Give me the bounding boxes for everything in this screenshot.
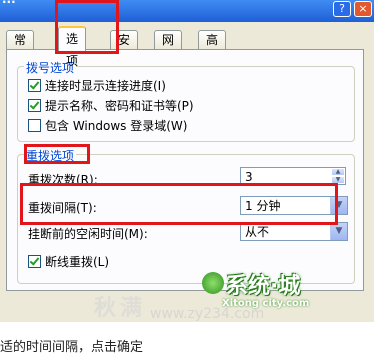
idle-hangup-value: 从不 bbox=[245, 225, 270, 239]
watermark-brand: 系统·城 bbox=[226, 274, 301, 299]
redial-count-label: 重拨次数(R): bbox=[28, 173, 98, 187]
redial-count-value: 3 bbox=[245, 170, 253, 184]
redial-options-title: 重拨选项 bbox=[24, 147, 77, 164]
redial-interval-select[interactable]: 1 分钟 ▼ bbox=[240, 196, 348, 215]
redial-on-drop-option[interactable]: 断线重拨(L) bbox=[28, 253, 109, 269]
tab-advanced[interactable]: 高级 bbox=[198, 30, 227, 65]
prompt-credentials-checkbox[interactable] bbox=[28, 98, 41, 112]
redial-interval-label: 重拨间隔(T): bbox=[28, 201, 97, 215]
window-title: ... bbox=[2, 0, 16, 6]
help-button[interactable]: ? bbox=[333, 1, 351, 17]
show-progress-label: 连接时显示连接进度(I) bbox=[45, 78, 166, 93]
tab-general[interactable]: 常规 bbox=[6, 30, 35, 65]
redial-on-drop-label: 断线重拨(L) bbox=[45, 254, 110, 269]
faint-watermark-text: 秋满 bbox=[94, 296, 147, 321]
windows-domain-option[interactable]: 包含 Windows 登录域(W) bbox=[28, 117, 187, 133]
redial-interval-value: 1 分钟 bbox=[245, 199, 281, 213]
show-progress-checkbox[interactable] bbox=[28, 78, 41, 92]
close-button[interactable]: × bbox=[354, 1, 372, 17]
tab-options[interactable]: 选项 bbox=[58, 26, 87, 68]
title-bar: ... ? × bbox=[0, 0, 374, 22]
windows-domain-label: 包含 Windows 登录域(W) bbox=[45, 118, 188, 133]
chevron-down-icon[interactable]: ▼ bbox=[330, 223, 347, 240]
idle-hangup-select[interactable]: 从不 ▼ bbox=[240, 222, 348, 241]
prompt-credentials-label: 提示名称、密码和证书等(P) bbox=[45, 98, 194, 113]
chevron-down-icon[interactable]: ▼ bbox=[330, 197, 347, 214]
show-progress-option[interactable]: 连接时显示连接进度(I) bbox=[28, 77, 166, 93]
prompt-credentials-option[interactable]: 提示名称、密码和证书等(P) bbox=[28, 97, 194, 113]
options-panel: 拨号选项 连接时显示连接进度(I) 提示名称、密码和证书等(P) 包含 Wind… bbox=[6, 49, 364, 291]
spin-up-icon[interactable]: ▲ bbox=[331, 168, 345, 176]
faint-watermark-url: www.zy234.com bbox=[150, 306, 265, 322]
tab-network[interactable]: 网络 bbox=[154, 30, 183, 65]
idle-hangup-label: 挂断前的空闲时间(M): bbox=[28, 227, 148, 241]
redial-count-spinner[interactable]: ▲ ▼ bbox=[331, 168, 345, 184]
redial-options-group: 重拨选项 重拨次数(R): 3 ▲ ▼ 重拨间隔(T): 1 分钟 ▼ 挂断前的… bbox=[17, 147, 355, 284]
redial-on-drop-checkbox[interactable] bbox=[28, 254, 41, 268]
dial-options-group: 拨号选项 连接时显示连接进度(I) 提示名称、密码和证书等(P) 包含 Wind… bbox=[17, 59, 355, 142]
globe-icon bbox=[202, 272, 224, 294]
windows-domain-checkbox[interactable] bbox=[28, 118, 41, 132]
spin-down-icon[interactable]: ▼ bbox=[331, 176, 345, 184]
caption-text: 适的时间间隔，点击确定 bbox=[0, 340, 144, 355]
tab-security[interactable]: 安全 bbox=[110, 30, 139, 65]
redial-count-input[interactable]: 3 ▲ ▼ bbox=[240, 167, 346, 185]
